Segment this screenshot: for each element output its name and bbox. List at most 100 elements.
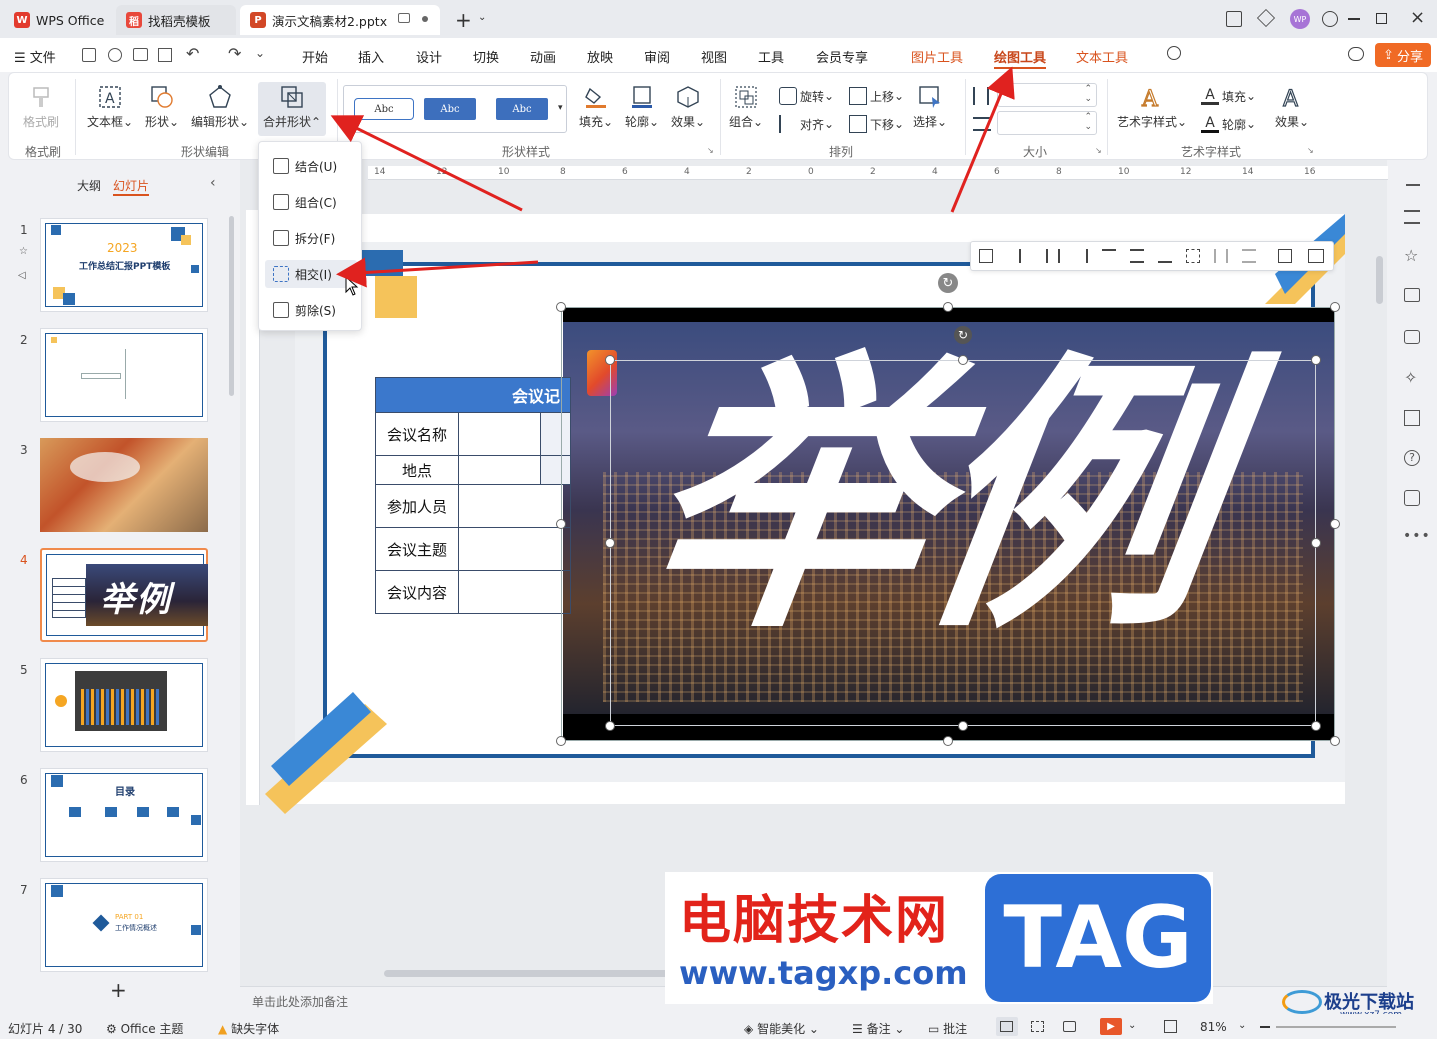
print-icon[interactable] bbox=[133, 48, 148, 61]
align-button[interactable]: 对齐 ⌄ bbox=[779, 115, 834, 133]
tab-slides[interactable]: 幻灯片 bbox=[113, 177, 149, 194]
tab-outline[interactable]: 大纲 bbox=[77, 177, 101, 194]
more-icon[interactable]: ••• bbox=[1403, 528, 1431, 544]
resize-handle[interactable] bbox=[1330, 519, 1340, 529]
align-left-icon[interactable] bbox=[1019, 249, 1033, 263]
table-cell[interactable] bbox=[458, 570, 571, 614]
text-outline-button[interactable]: A 轮廓 ⌄ bbox=[1201, 115, 1256, 133]
missing-font-indicator[interactable]: ▲ 缺失字体 bbox=[218, 1020, 279, 1037]
search-icon[interactable] bbox=[1167, 46, 1181, 60]
align-middle-icon[interactable] bbox=[1130, 249, 1144, 263]
chevron-down-icon[interactable]: ⌄ bbox=[478, 12, 486, 23]
table-row-label[interactable]: 会议内容 bbox=[375, 570, 459, 614]
merge-shape-button[interactable]: 合并形状⌃ bbox=[263, 85, 321, 130]
window-icon[interactable] bbox=[398, 13, 410, 23]
bring-forward-button[interactable]: 上移 ⌄ bbox=[849, 87, 904, 105]
chevron-down-icon[interactable]: ⌄ bbox=[1238, 1020, 1246, 1031]
style-sample-fill-2[interactable]: Abc bbox=[496, 98, 548, 120]
resize-handle[interactable] bbox=[1330, 302, 1340, 312]
resize-handle[interactable] bbox=[1311, 355, 1321, 365]
panel-scrollbar[interactable] bbox=[229, 216, 234, 396]
resize-handle[interactable] bbox=[556, 736, 566, 746]
format-brush-button[interactable]: 格式刷 bbox=[23, 85, 59, 130]
resize-handle[interactable] bbox=[958, 721, 968, 731]
menu-animation[interactable]: 动画 bbox=[530, 47, 556, 66]
more-layout-icon[interactable] bbox=[1308, 249, 1324, 263]
menu-member[interactable]: 会员专享 bbox=[816, 47, 868, 66]
magic-wand-icon[interactable]: ✧ bbox=[1404, 368, 1417, 387]
width-input[interactable]: ⌃ ⌄ bbox=[997, 111, 1097, 135]
save-icon[interactable] bbox=[82, 48, 96, 62]
distribute-icon[interactable] bbox=[1186, 249, 1200, 263]
share-doc-icon[interactable] bbox=[108, 48, 122, 62]
table-cell[interactable] bbox=[458, 412, 541, 456]
horizontal-scrollbar[interactable] bbox=[384, 970, 674, 977]
menu-text-tools[interactable]: 文本工具 bbox=[1076, 47, 1128, 66]
effect-button[interactable]: 效果⌄ bbox=[671, 85, 705, 130]
text-fill-button[interactable]: A 填充 ⌄ bbox=[1201, 87, 1256, 105]
send-backward-button[interactable]: 下移 ⌄ bbox=[849, 115, 904, 133]
align-top-icon[interactable] bbox=[1102, 249, 1116, 263]
menu-tools[interactable]: 工具 bbox=[758, 47, 784, 66]
layout-icon[interactable] bbox=[979, 249, 993, 263]
add-slide-button[interactable]: + bbox=[110, 978, 127, 1002]
undo-icon[interactable]: ↶ bbox=[186, 44, 199, 63]
slide-thumbnail-6[interactable]: 目录 bbox=[40, 768, 208, 862]
align-center-icon[interactable] bbox=[1046, 249, 1060, 263]
menu-file[interactable]: ☰ 文件 bbox=[14, 47, 56, 66]
new-tab-icon[interactable]: + bbox=[455, 8, 472, 32]
smart-beautify-button[interactable]: ◈ 智能美化 ⌄ bbox=[744, 1020, 819, 1037]
book-icon[interactable] bbox=[1404, 410, 1420, 426]
more-dropdown-icon[interactable]: ⌄ bbox=[255, 46, 265, 60]
menu-item-intersect[interactable]: 相交(I) bbox=[265, 260, 357, 288]
height-input[interactable]: ⌃ ⌄ bbox=[997, 83, 1097, 107]
cube-icon[interactable] bbox=[1256, 8, 1276, 28]
layout-icon[interactable] bbox=[1226, 11, 1242, 27]
rotate-handle-icon[interactable]: ↻ bbox=[954, 326, 972, 344]
dialog-launcher-icon[interactable]: ↘ bbox=[707, 146, 714, 155]
slide-thumbnail-7[interactable]: PART 01 工作情况概述 bbox=[40, 878, 208, 972]
menu-item-union[interactable]: 结合(U) bbox=[265, 152, 357, 180]
slide-thumbnail-3[interactable] bbox=[40, 438, 208, 532]
resize-handle[interactable] bbox=[556, 519, 566, 529]
combine-button[interactable]: 组合⌄ bbox=[729, 85, 763, 130]
help-icon[interactable]: ? bbox=[1404, 450, 1420, 466]
vertical-scrollbar[interactable] bbox=[1376, 256, 1383, 304]
shape-button[interactable]: 形状⌄ bbox=[145, 85, 179, 130]
menu-slideshow[interactable]: 放映 bbox=[587, 47, 613, 66]
edit-shape-button[interactable]: 编辑形状⌄ bbox=[191, 85, 249, 130]
menu-item-fragment[interactable]: 拆分(F) bbox=[265, 224, 357, 252]
resize-handle[interactable] bbox=[943, 736, 953, 746]
textbox-button[interactable]: A 文本框⌄ bbox=[87, 85, 133, 130]
animation-icon[interactable] bbox=[1404, 330, 1420, 344]
theme-indicator[interactable]: ⚙ Office 主题 bbox=[106, 1020, 183, 1037]
tab-wps-office[interactable]: W WPS Office bbox=[4, 5, 112, 35]
minimize-icon[interactable] bbox=[1348, 18, 1360, 20]
distribute-horizontal-icon[interactable] bbox=[1214, 249, 1228, 263]
collapse-icon[interactable] bbox=[1406, 184, 1420, 186]
play-slideshow-icon[interactable]: ▶ bbox=[1100, 1018, 1122, 1035]
menu-start[interactable]: 开始 bbox=[302, 47, 328, 66]
menu-picture-tools[interactable]: 图片工具 bbox=[911, 47, 963, 66]
cloud-icon[interactable] bbox=[1348, 47, 1364, 61]
menu-design[interactable]: 设计 bbox=[416, 47, 442, 66]
slide-thumbnail-1[interactable]: 2023 工作总结汇报PPT模板 bbox=[40, 218, 208, 312]
share-button[interactable]: ⇪ 分享 bbox=[1375, 43, 1431, 67]
comments-button[interactable]: ▭ 批注 bbox=[928, 1020, 967, 1037]
zoom-level[interactable]: 81% bbox=[1200, 1020, 1227, 1034]
rotate-button[interactable]: 旋转 ⌄ bbox=[779, 87, 834, 105]
slide-thumbnail-2[interactable] bbox=[40, 328, 208, 422]
star-icon[interactable]: ☆ bbox=[19, 246, 28, 257]
menu-insert[interactable]: 插入 bbox=[358, 47, 384, 66]
menu-view[interactable]: 视图 bbox=[701, 47, 727, 66]
style-sample-fill[interactable]: Abc bbox=[424, 98, 476, 120]
table-row-label[interactable]: 地点 bbox=[375, 455, 459, 485]
table-cell[interactable] bbox=[458, 527, 571, 571]
resize-handle[interactable] bbox=[556, 302, 566, 312]
table-row-label[interactable]: 参加人员 bbox=[375, 484, 459, 528]
reading-view-icon[interactable] bbox=[1063, 1021, 1076, 1032]
slide-thumbnail-5[interactable] bbox=[40, 658, 208, 752]
resize-handle[interactable] bbox=[958, 355, 968, 365]
avatar[interactable]: WP bbox=[1290, 9, 1310, 29]
sorter-view-icon[interactable] bbox=[1031, 1021, 1044, 1032]
